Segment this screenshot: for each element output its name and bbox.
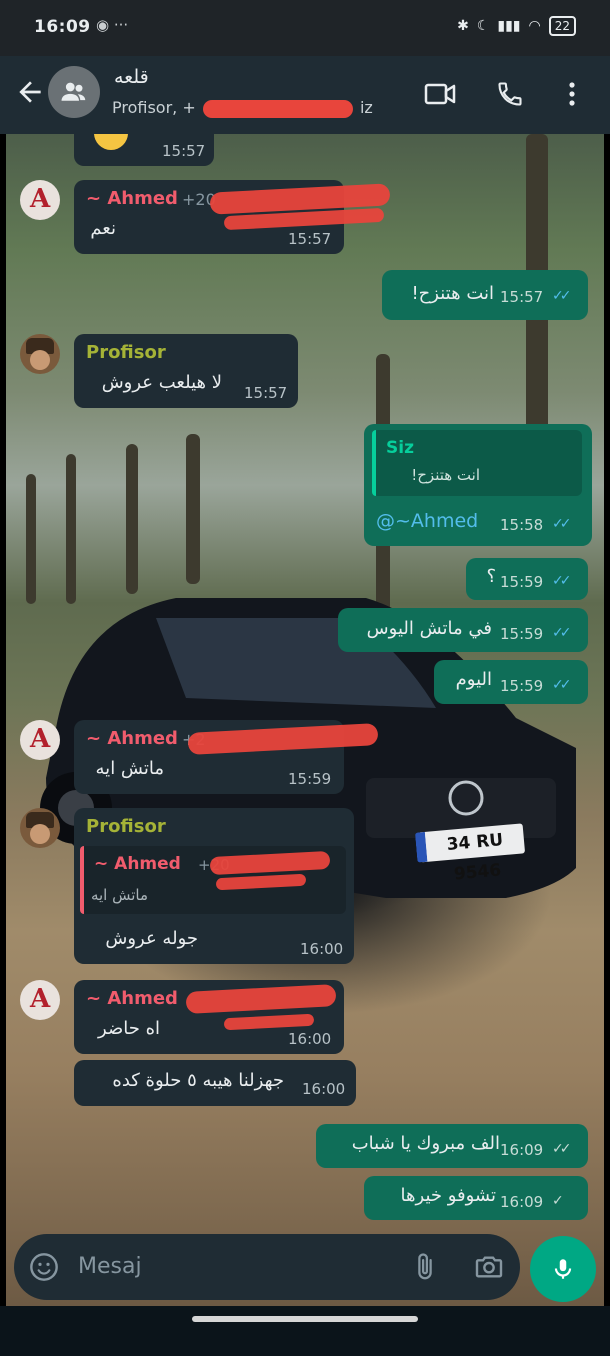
message-bubble-outgoing[interactable]: انت هتنزح! 15:57 ✓✓: [382, 270, 588, 320]
message-text: الف مبروك يا شباب: [351, 1133, 500, 1154]
group-avatar-icon[interactable]: [48, 66, 100, 118]
bluetooth-icon: ✱: [457, 18, 469, 34]
message-time: 16:00: [300, 940, 344, 958]
message-time: 15:59: [500, 677, 544, 695]
redaction-scribble: [215, 873, 307, 891]
message-input[interactable]: Mesaj: [78, 1254, 142, 1279]
moon-icon: ☾: [476, 18, 490, 34]
message-text: جوله عروش: [105, 928, 198, 949]
chat-wallpaper: 34 RU 9546 15:57 A ~ Ahmed +20 نعم 15:57…: [6, 134, 604, 1306]
back-arrow-icon[interactable]: [14, 76, 46, 108]
message-time: 15:57: [288, 230, 332, 248]
message-text: نعم: [90, 218, 116, 239]
read-ticks-icon: ✓✓: [552, 625, 572, 641]
camera-icon[interactable]: [472, 1251, 506, 1283]
message-time: 15:59: [500, 625, 544, 643]
sender-avatar[interactable]: [20, 808, 60, 848]
sender-avatar[interactable]: A: [20, 180, 60, 220]
sent-tick-icon: ✓: [552, 1193, 564, 1209]
message-text: جهزلنا هيبه ٥ حلوة كده: [112, 1070, 284, 1091]
message-text: لا هيلعب عروش: [101, 372, 222, 393]
chat-title[interactable]: قلعه: [114, 66, 149, 88]
status-right-icons: ✱ ☾ ▮▮▮ ◠ 22: [457, 16, 576, 36]
message-text: في ماتش اليوس: [366, 618, 492, 639]
message-time: 16:00: [302, 1080, 346, 1098]
message-bubble-incoming[interactable]: ~ Ahmed اه حاضر 16:00: [74, 980, 344, 1054]
quoted-text: انت هتنزح!: [411, 466, 480, 484]
quoted-sender: Siz: [386, 438, 414, 458]
message-time: 16:09: [500, 1141, 544, 1159]
quoted-sender: ~ Ahmed: [94, 854, 181, 874]
phone-icon[interactable]: [492, 76, 528, 112]
sender-avatar[interactable]: [20, 334, 60, 374]
sender-name[interactable]: Profisor: [86, 342, 166, 363]
message-text: تشوفو خيرها: [400, 1185, 496, 1206]
redaction-scribble: [202, 99, 353, 118]
read-ticks-icon: ✓✓: [552, 516, 572, 532]
redaction-scribble: [185, 984, 337, 1014]
message-bubble-incoming[interactable]: جهزلنا هيبه ٥ حلوة كده 16:00: [74, 1060, 356, 1106]
quoted-text: ماتش ايه: [90, 886, 148, 904]
read-ticks-icon: ✓✓: [552, 677, 572, 693]
read-ticks-icon: ✓✓: [552, 288, 572, 304]
emoji-sticker: [94, 134, 128, 150]
message-text: ماتش ايه: [95, 758, 164, 779]
message-text: اه حاضر: [98, 1018, 160, 1039]
mic-icon[interactable]: [530, 1236, 596, 1302]
message-bubble-outgoing[interactable]: Siz انت هتنزح! @~Ahmed 15:58 ✓✓: [364, 424, 592, 546]
message-bubble-outgoing[interactable]: في ماتش اليوس 15:59 ✓✓: [338, 608, 588, 652]
message-time: 15:57: [500, 288, 544, 306]
message-time: 16:09: [500, 1193, 544, 1211]
sender-avatar[interactable]: A: [20, 720, 60, 760]
message-text: ؟: [486, 566, 496, 587]
message-bubble-outgoing[interactable]: تشوفو خيرها 16:09 ✓: [364, 1176, 588, 1220]
message-text: اليوم: [455, 669, 492, 690]
message-time: 15:58: [500, 516, 544, 534]
redaction-scribble: [209, 850, 331, 876]
attach-icon[interactable]: [410, 1251, 440, 1283]
sender-avatar[interactable]: A: [20, 980, 60, 1020]
sender-name[interactable]: ~ Ahmed: [86, 988, 178, 1009]
signal-icon: ▮▮▮: [497, 18, 521, 34]
status-time: 16:09: [34, 17, 91, 37]
message-time: 15:59: [288, 770, 332, 788]
video-call-icon[interactable]: [422, 76, 458, 112]
battery-icon: 22: [548, 16, 576, 36]
message-bubble-incoming[interactable]: Profisor ~ Ahmed +20 ماتش ايه جوله عروش …: [74, 808, 354, 964]
message-bubble-outgoing[interactable]: اليوم 15:59 ✓✓: [434, 660, 588, 704]
message-time: 15:57: [244, 384, 288, 402]
redaction-scribble: [223, 1013, 315, 1031]
notification-icons: ◉ ···: [96, 16, 129, 34]
status-bar: 16:09 ◉ ··· ✱ ☾ ▮▮▮ ◠ 22: [0, 0, 610, 56]
message-text: انت هتنزح!: [411, 283, 494, 304]
message-bubble-incoming[interactable]: ~ Ahmed +2 ماتش ايه 15:59: [74, 720, 379, 794]
quoted-message[interactable]: Siz انت هتنزح!: [372, 430, 582, 496]
quoted-message[interactable]: ~ Ahmed +20 ماتش ايه: [80, 846, 346, 914]
sender-name[interactable]: Profisor: [86, 816, 166, 837]
mention-link[interactable]: @~Ahmed: [376, 510, 478, 532]
message-bubble-outgoing[interactable]: ؟ 15:59 ✓✓: [466, 558, 588, 600]
delivered-ticks-icon: ✓✓: [552, 1141, 572, 1157]
message-time: 16:00: [288, 1030, 332, 1048]
message-bubble-outgoing[interactable]: الف مبروك يا شباب 16:09 ✓✓: [316, 1124, 588, 1168]
sender-name[interactable]: ~ Ahmed: [86, 728, 178, 749]
more-vert-icon[interactable]: [554, 76, 590, 112]
message-time: 15:57: [162, 142, 206, 160]
wallpaper-tree: [186, 434, 200, 584]
wifi-icon: ◠: [528, 18, 541, 34]
message-time: 15:59: [500, 573, 544, 591]
home-gesture-bar[interactable]: [192, 1316, 418, 1322]
emoji-icon[interactable]: [28, 1251, 60, 1283]
message-bubble-incoming[interactable]: ~ Ahmed +20 نعم 15:57: [74, 180, 391, 254]
read-ticks-icon: ✓✓: [552, 573, 572, 589]
message-bubble-incoming[interactable]: 15:57: [74, 134, 214, 166]
chat-header: قلعه Profisor, + iz: [0, 56, 610, 134]
wallpaper-tree: [26, 474, 36, 604]
message-input-bar[interactable]: Mesaj: [14, 1234, 520, 1300]
wallpaper-tree: [126, 444, 138, 594]
system-nav-bar: [0, 1306, 610, 1356]
sender-name[interactable]: ~ Ahmed: [86, 188, 178, 209]
message-bubble-incoming[interactable]: Profisor لا هيلعب عروش 15:57: [74, 334, 298, 408]
chat-subtitle[interactable]: Profisor, + iz: [112, 98, 373, 118]
